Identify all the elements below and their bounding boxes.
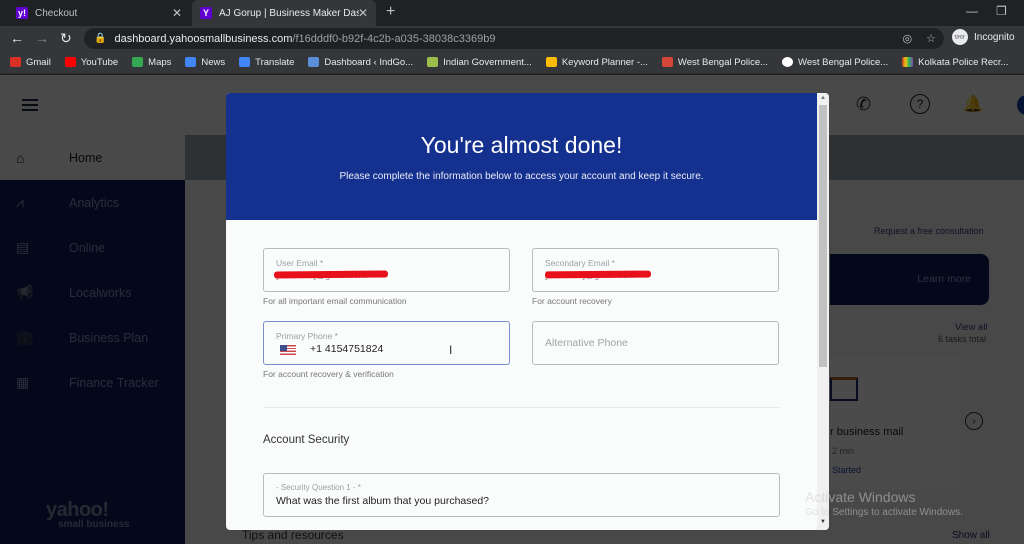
scrollbar-thumb[interactable] [819,105,827,367]
gov-icon [427,57,439,67]
user-email-field[interactable]: User Email * [redacted]@gmail.com [263,248,510,292]
alternative-phone-field[interactable]: Alternative Phone [532,321,779,365]
close-tab-icon[interactable]: ✕ [358,6,368,20]
bookmarks-bar: Gmail YouTube Maps News Translate Dashbo… [0,51,1024,74]
bookmark-gmail[interactable]: Gmail [10,57,51,68]
account-completion-modal: You're almost done! Please complete the … [226,93,829,530]
tab-title: AJ Gorup | Business Maker Dashl [219,7,359,19]
modal-subtitle: Please complete the information below to… [339,171,704,182]
url-host: dashboard.yahoosmallbusiness.com [114,32,293,45]
bookmark-dashboard-indgo[interactable]: Dashboard ‹ IndGo... [308,57,413,68]
incognito-label: Incognito [974,31,1015,43]
yahoo-favicon-icon: y! [16,7,28,19]
bookmark-wb-police-2[interactable]: West Bengal Police... [782,57,888,68]
news-icon [185,57,197,67]
bookmark-maps[interactable]: Maps [132,57,171,68]
bookmark-indian-government[interactable]: Indian Government... [427,57,532,68]
lock-icon: 🔒 [94,33,107,44]
maps-icon [132,57,144,67]
bookmark-star-icon[interactable]: ☆ [926,32,936,45]
scroll-up-arrow-icon[interactable]: ▲ [820,95,826,101]
account-security-title: Account Security [263,434,350,446]
back-button[interactable]: ← [10,30,24,46]
google-ads-icon [545,57,557,67]
security-question-1-select[interactable]: - Security Question 1 - * What was the f… [263,473,780,517]
redaction-mark [544,270,652,279]
translate-icon [239,57,251,67]
browser-toolbar: ← → ↻ 🔒 dashboard.yahoosmallbusiness.com… [0,26,1024,51]
primary-phone-helper: For account recovery & verification [263,369,394,379]
bookmark-translate[interactable]: Translate [239,57,294,68]
text-cursor-icon: Ι [449,343,453,357]
police-icon [661,57,673,67]
redaction-mark [273,270,389,279]
dashboard-icon [308,57,320,67]
us-flag-icon[interactable] [280,345,296,355]
restore-button[interactable]: ❐ [996,4,1007,18]
activate-windows-watermark: Activate Windows Go to Settings to activ… [805,489,963,519]
tab-title: Checkout [35,7,78,19]
address-bar[interactable]: 🔒 dashboard.yahoosmallbusiness.com /f16d… [84,28,944,49]
youtube-icon [64,57,76,67]
primary-phone-field[interactable]: Primary Phone * +1 4154751824 Ι [263,321,510,365]
tracking-eye-off-icon[interactable]: ◎ [903,32,913,45]
gmail-icon [10,57,21,67]
bookmark-kolkata-police[interactable]: Kolkata Police Recr... [902,57,1008,68]
bookmark-wb-police-1[interactable]: West Bengal Police... [661,57,768,68]
incognito-profile[interactable]: 👓 Incognito [952,29,1015,45]
modal-scrollbar[interactable]: ▲ ▼ [817,93,829,530]
yahoo-favicon-icon: Y [200,7,212,19]
forward-button[interactable]: → [35,30,49,46]
secondary-email-field[interactable]: Secondary Email * [redacted]@gmail.com [532,248,779,292]
alternative-phone-placeholder: Alternative Phone [545,337,628,349]
section-divider [263,407,779,408]
tab-strip: y! Checkout ✕ Y AJ Gorup | Business Make… [0,0,1024,26]
primary-phone-value: +1 4154751824 [310,343,384,355]
close-tab-icon[interactable]: ✕ [172,6,182,20]
modal-header: You're almost done! Please complete the … [226,93,817,220]
secondary-email-helper: For account recovery [532,296,612,306]
security-question-1-value: What was the first album that you purcha… [276,495,490,507]
tab-dashboard[interactable]: Y AJ Gorup | Business Maker Dashl ✕ [192,0,376,26]
reload-button[interactable]: ↻ [60,30,72,46]
user-email-helper: For all important email communication [263,296,407,306]
modal-title: You're almost done! [420,132,623,158]
minimize-button[interactable]: — [966,4,978,18]
incognito-icon: 👓 [952,29,968,45]
tab-checkout[interactable]: y! Checkout ✕ [8,0,190,26]
bookmark-news[interactable]: News [185,57,225,68]
bookmark-keyword-planner[interactable]: Keyword Planner -... [545,57,648,68]
kolkata-police-icon [902,57,914,67]
scroll-down-arrow-icon[interactable]: ▼ [820,519,826,525]
bookmark-youtube[interactable]: YouTube [64,57,118,68]
google-icon [782,57,794,67]
url-path: /f16dddf0-b92f-4c2b-a035-38038c3369b9 [292,32,496,45]
new-tab-button[interactable]: + [386,3,395,21]
